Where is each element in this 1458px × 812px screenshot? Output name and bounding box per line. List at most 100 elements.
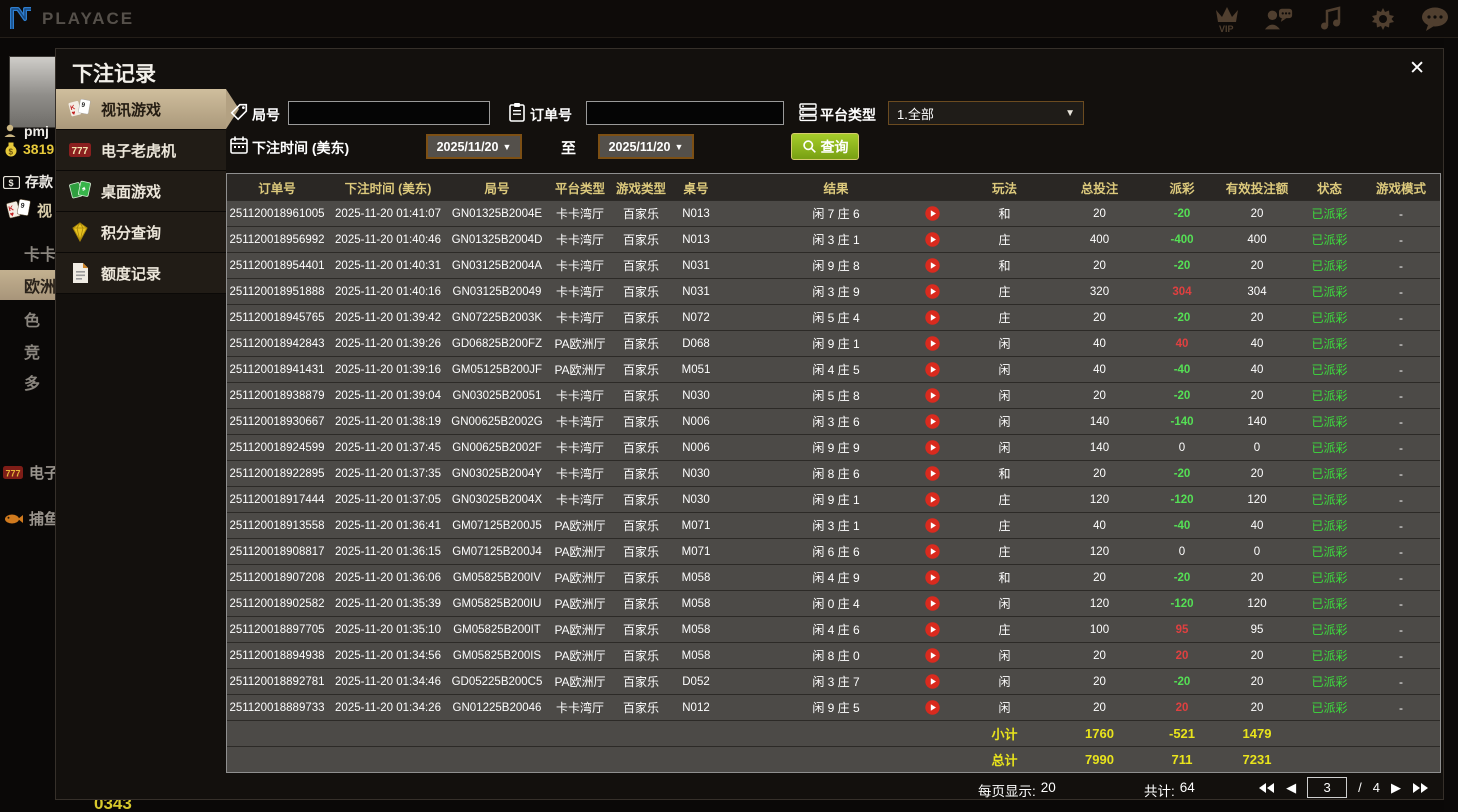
fishing-nav[interactable]: 捕鱼 xyxy=(2,508,59,529)
result-cell: 闲 7 庄 6 xyxy=(812,207,860,221)
game-type-cell: 百家乐 xyxy=(622,571,659,585)
play-button[interactable] xyxy=(907,253,957,278)
prev-page-button[interactable]: ◀ xyxy=(1286,780,1296,796)
payout-cell: 20 xyxy=(1175,701,1189,714)
play-icon xyxy=(924,700,940,715)
round-cell: GN07225B2003K xyxy=(451,311,543,324)
game-type-cell: 百家乐 xyxy=(622,311,659,325)
play-button[interactable] xyxy=(907,461,957,486)
total-bet-cell: 40 xyxy=(1093,363,1106,376)
date-from-dropdown[interactable]: 2025/11/20 ▼ xyxy=(426,134,522,159)
screen: pmj $ 3819 $ 存款 K♥9 视 卡卡 欧洲 色 竞 多 777 xyxy=(0,0,1458,812)
game-mode-cell: - xyxy=(1399,622,1403,637)
play-button[interactable] xyxy=(907,643,957,668)
game-mode-cell: - xyxy=(1399,544,1403,559)
game-mode-cell: - xyxy=(1399,258,1403,273)
platform-cell: 卡卡湾厅 xyxy=(555,389,604,403)
play-icon xyxy=(924,466,940,481)
summary-empty xyxy=(227,721,957,746)
play-button[interactable] xyxy=(907,591,957,616)
vip-icon[interactable]: VIP xyxy=(1212,5,1242,33)
play-button[interactable] xyxy=(907,435,957,460)
settings-gear-icon[interactable] xyxy=(1368,5,1398,33)
play-button[interactable] xyxy=(907,565,957,590)
first-page-button[interactable] xyxy=(1258,782,1275,794)
play-button[interactable] xyxy=(907,617,957,642)
play-button[interactable] xyxy=(907,201,957,226)
nav-label: 色 xyxy=(24,313,41,330)
tab-video-games[interactable]: K ♥ 9 视讯游戏 xyxy=(56,89,239,130)
play-button[interactable] xyxy=(907,409,957,434)
bet-type-cell: 和 xyxy=(998,571,1011,585)
table-no-cell: N006 xyxy=(682,415,710,428)
round-number-input[interactable] xyxy=(288,101,490,125)
table-row: 251120018917444 2025-11-20 01:37:05 GN0302… xyxy=(227,486,1440,512)
topbar: PLAYACE VIP xyxy=(0,0,1458,38)
game-type-cell: 百家乐 xyxy=(622,441,659,455)
deposit-button[interactable]: $ 存款 xyxy=(3,172,53,192)
order-cell: 251120018942843 xyxy=(229,337,325,350)
play-button[interactable] xyxy=(907,227,957,252)
result-cell: 闲 3 庄 9 xyxy=(812,285,860,299)
playing-cards-icon: K ♥ 9 xyxy=(6,198,32,222)
table-row: 251120018942843 2025-11-20 01:39:26 GD0682… xyxy=(227,330,1440,356)
status-cell: 已派彩 xyxy=(1311,363,1348,377)
music-icon[interactable] xyxy=(1316,5,1346,33)
game-type-cell: 百家乐 xyxy=(622,675,659,689)
game-mode-cell: - xyxy=(1399,414,1403,429)
video-cards-icon: K ♥ 9 xyxy=(68,97,92,121)
play-button[interactable] xyxy=(907,487,957,512)
close-icon[interactable]: ✕ xyxy=(1409,59,1425,78)
tab-slots[interactable]: 777 电子老虎机 xyxy=(56,130,226,171)
round-cell: GN03025B2004X xyxy=(451,493,543,506)
chat-icon[interactable] xyxy=(1420,5,1450,33)
payout-cell: 304 xyxy=(1172,285,1192,298)
tab-quota-records[interactable]: 额度记录 xyxy=(56,253,226,294)
dollar-icon: $ xyxy=(3,175,20,189)
slots-nav[interactable]: 777 电子 xyxy=(2,462,59,483)
support-icon[interactable] xyxy=(1264,5,1294,33)
next-page-button[interactable]: ▶ xyxy=(1391,780,1401,796)
play-icon xyxy=(924,284,940,299)
play-button[interactable] xyxy=(907,331,957,356)
per-page-value: 20 xyxy=(1040,780,1056,795)
game-type-cell: 百家乐 xyxy=(622,649,659,663)
page-input[interactable] xyxy=(1307,777,1348,798)
payout-cell: -400 xyxy=(1170,233,1194,246)
date-to-dropdown[interactable]: 2025/11/20 ▼ xyxy=(598,134,694,159)
summary-empty xyxy=(1362,721,1440,746)
total-bet-cell: 20 xyxy=(1093,675,1106,688)
summary-empty xyxy=(1297,721,1362,746)
platform-type-select[interactable]: 1.全部 ▼ xyxy=(888,101,1084,125)
play-icon xyxy=(924,336,940,351)
search-button[interactable]: 查询 xyxy=(791,133,859,160)
valid-bet-cell: 20 xyxy=(1250,649,1264,662)
svg-text:777: 777 xyxy=(6,469,21,479)
total-bet-cell: 120 xyxy=(1089,597,1110,610)
last-page-button[interactable] xyxy=(1412,782,1429,794)
bet-records-dialog: 下注记录 ✕ K ♥ 9 视讯游戏 777 电子老虎机 ♠ 桌面游戏 积分查询 … xyxy=(55,48,1444,800)
play-button[interactable] xyxy=(907,305,957,330)
tab-label: 视讯游戏 xyxy=(101,101,162,119)
play-button[interactable] xyxy=(907,539,957,564)
tab-table-games[interactable]: ♠ 桌面游戏 xyxy=(56,171,226,212)
balance-row: $ 3819 xyxy=(4,141,54,157)
play-button[interactable] xyxy=(907,383,957,408)
bet-type-cell: 闲 xyxy=(998,701,1011,715)
total-bet-cell: 20 xyxy=(1093,207,1106,220)
game-mode-cell: - xyxy=(1399,596,1403,611)
order-cell: 251120018954401 xyxy=(229,259,325,272)
tab-points[interactable]: 积分查询 xyxy=(56,212,226,253)
col-header: 下注时间 (美东) xyxy=(344,181,432,196)
play-icon xyxy=(924,622,940,637)
play-button[interactable] xyxy=(907,279,957,304)
play-button[interactable] xyxy=(907,695,957,720)
valid-bet-cell: 20 xyxy=(1250,571,1264,584)
play-button[interactable] xyxy=(907,669,957,694)
play-button[interactable] xyxy=(907,513,957,538)
play-button[interactable] xyxy=(907,357,957,382)
total-bet-cell: 140 xyxy=(1089,415,1110,428)
result-cell: 闲 5 庄 8 xyxy=(812,389,860,403)
order-number-input[interactable] xyxy=(586,101,784,125)
video-games-nav[interactable]: K ♥ 9 视 xyxy=(6,198,52,222)
